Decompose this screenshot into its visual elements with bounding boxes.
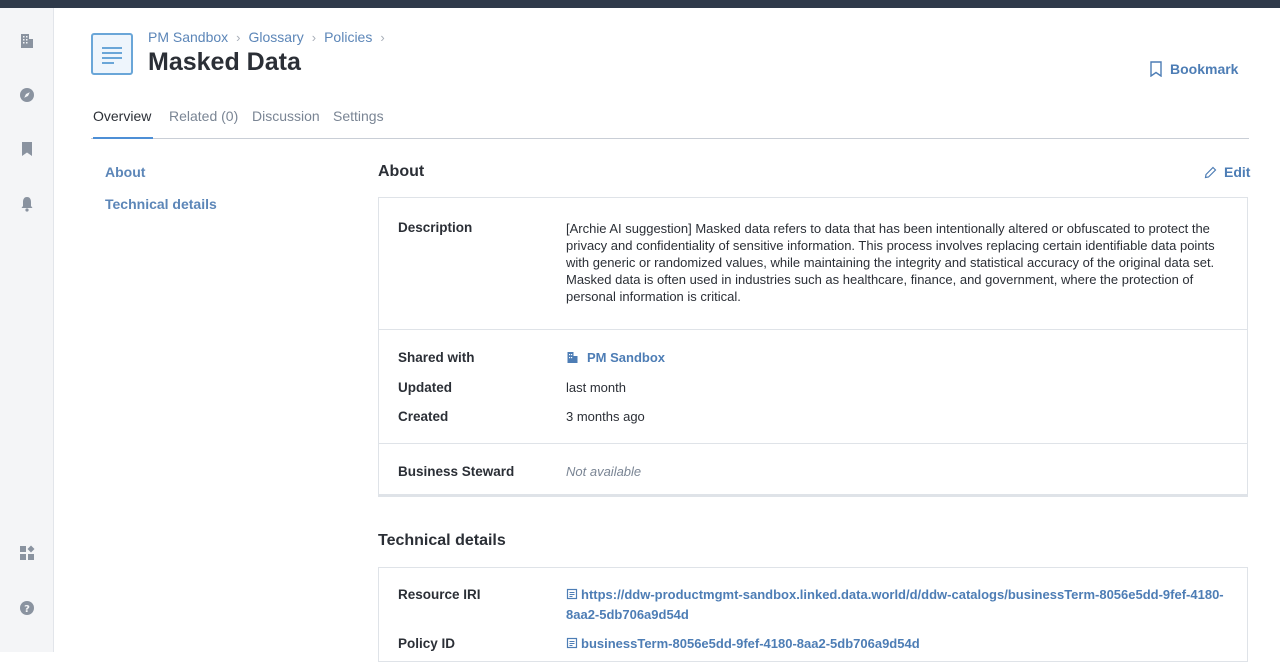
tab-related[interactable]: Related (0) [169, 108, 238, 139]
policy-id-value[interactable]: businessTerm-8056e5dd-9fef-4180-8aa2-5db… [566, 634, 1231, 654]
edit-label: Edit [1224, 164, 1251, 180]
svg-text:?: ? [24, 604, 30, 615]
bell-icon[interactable] [18, 195, 36, 213]
shared-with-link[interactable]: PM Sandbox [587, 350, 665, 365]
building-icon [567, 352, 578, 363]
breadcrumb-policies[interactable]: Policies [324, 29, 372, 45]
description-text: [Archie AI suggestion] Masked data refer… [566, 221, 1215, 304]
chevron-right-icon: › [380, 29, 385, 45]
policy-id-label: Policy ID [398, 636, 456, 651]
created-label: Created [398, 409, 449, 424]
breadcrumb-glossary[interactable]: Glossary [249, 29, 304, 45]
bookmark-outline-icon [1150, 61, 1162, 77]
resource-iri-link[interactable]: https://ddw-productmgmt-sandbox.linked.d… [566, 587, 1224, 622]
tab-bar: Overview Related (0) Discussion Settings [91, 108, 1249, 139]
updated-value: last month [566, 380, 626, 395]
divider [379, 329, 1247, 330]
shared-with-label: Shared with [398, 350, 475, 365]
resource-iri-value[interactable]: https://ddw-productmgmt-sandbox.linked.d… [566, 585, 1231, 625]
bookmark-button[interactable]: Bookmark [1149, 61, 1238, 77]
pencil-icon [1204, 166, 1217, 178]
bookmark-label: Bookmark [1170, 61, 1239, 77]
copy-icon [566, 637, 578, 649]
created-value: 3 months ago [566, 409, 645, 424]
help-icon[interactable]: ? [18, 599, 36, 617]
updated-label: Updated [398, 380, 452, 395]
document-icon [91, 33, 133, 75]
bookmark-icon[interactable] [18, 140, 36, 158]
business-steward-value: Not available [566, 464, 642, 479]
tab-settings[interactable]: Settings [333, 108, 384, 139]
policy-id-link[interactable]: businessTerm-8056e5dd-9fef-4180-8aa2-5db… [581, 636, 920, 651]
shared-with-value[interactable]: PM Sandbox [566, 350, 665, 365]
compass-icon[interactable] [18, 86, 36, 104]
top-bar [0, 0, 1280, 8]
business-steward-label: Business Steward [398, 464, 515, 479]
left-rail: ? [0, 8, 54, 652]
about-card: Description [Archie AI suggestion] Maske… [378, 197, 1248, 497]
edit-button[interactable]: Edit [1204, 164, 1250, 180]
chevron-right-icon: › [311, 29, 317, 45]
copy-icon [566, 588, 578, 600]
breadcrumb: PM Sandbox › Glossary › Policies › [148, 29, 393, 45]
chevron-right-icon: › [236, 29, 241, 45]
tab-overview[interactable]: Overview [93, 108, 153, 139]
building-icon[interactable] [18, 32, 36, 50]
page-title: Masked Data [148, 48, 301, 76]
side-nav-technical-details[interactable]: Technical details [105, 196, 217, 212]
technical-details-heading: Technical details [378, 532, 506, 549]
technical-details-card: Resource IRI https://ddw-productmgmt-san… [378, 567, 1248, 662]
description-label: Description [398, 220, 473, 235]
tab-discussion[interactable]: Discussion [252, 108, 320, 139]
resource-iri-label: Resource IRI [398, 587, 481, 602]
about-heading: About [378, 163, 425, 180]
apps-icon[interactable] [18, 544, 36, 562]
breadcrumb-pm-sandbox[interactable]: PM Sandbox [148, 29, 228, 45]
divider [379, 443, 1247, 444]
side-nav-about[interactable]: About [105, 164, 145, 180]
